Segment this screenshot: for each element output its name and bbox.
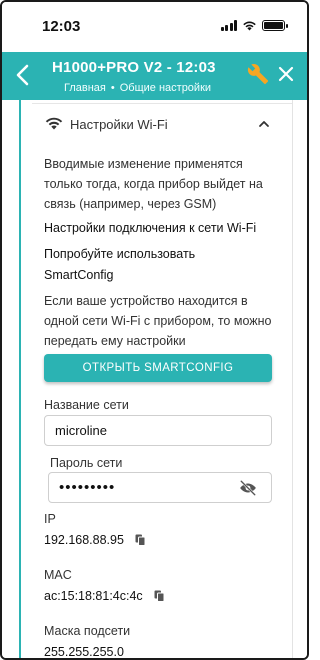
smartconfig-hint-line1: Попробуйте использовать (44, 247, 196, 261)
battery-icon (262, 20, 288, 31)
smartconfig-description: Если ваше устройство находится в одной с… (44, 294, 272, 348)
password-label: Пароль сети (50, 456, 123, 470)
right-divider (292, 100, 293, 658)
wrench-icon[interactable] (247, 63, 269, 85)
mask-value: 255.255.255.0 (44, 645, 124, 659)
chevron-left-icon[interactable] (12, 62, 34, 88)
smartconfig-hint-line2: SmartConfig (44, 268, 114, 282)
breadcrumb-home[interactable]: Главная (64, 82, 106, 94)
network-name-label: Название сети (44, 398, 129, 412)
ip-value: 192.168.88.95 (44, 533, 124, 547)
card-divider (32, 100, 292, 104)
eye-off-icon[interactable] (239, 480, 257, 496)
settings-content: Настройки Wi-Fi Вводимые изменение приме… (2, 100, 307, 659)
mac-label: MAC (44, 568, 72, 582)
status-icons (220, 20, 288, 31)
apply-notice: Вводимые изменение применятся только тог… (44, 157, 263, 211)
mac-value: ac:15:18:81:4c:4c (44, 589, 143, 603)
wifi-icon (45, 117, 63, 130)
mask-label: Маска подсети (44, 624, 131, 638)
password-value: ••••••••• (59, 479, 116, 496)
signal-icon (220, 20, 237, 31)
breadcrumb-current: Общие настройки (119, 82, 212, 94)
open-smartconfig-button[interactable]: ОТКРЫТЬ SMARTCONFIG (44, 354, 272, 382)
wifi-section-title: Настройки Wi-Fi (70, 117, 168, 132)
wifi-status-icon (243, 21, 256, 31)
connection-heading: Настройки подключения к сети Wi-Fi (44, 221, 257, 235)
close-icon[interactable] (276, 64, 296, 84)
breadcrumb: Главная • Общие настройки (64, 82, 211, 94)
network-name-field[interactable]: microline (44, 415, 272, 446)
copy-icon[interactable] (154, 590, 165, 602)
status-bar: 12:03 (2, 2, 307, 52)
status-time: 12:03 (42, 18, 81, 35)
password-field[interactable]: ••••••••• (48, 472, 272, 503)
chevron-up-icon[interactable] (257, 117, 271, 131)
breadcrumb-separator: • (110, 82, 115, 94)
page-title: H1000+PRO V2 - 12:03 (52, 59, 216, 76)
phone-frame: 12:03 H1000+PRO V2 - 12:03 Главная • Общие… (0, 0, 309, 660)
wifi-section-header[interactable]: Настройки Wi-Fi (44, 114, 274, 136)
app-bar: H1000+PRO V2 - 12:03 Главная • Общие настр… (2, 52, 307, 100)
copy-icon[interactable] (135, 534, 146, 546)
network-name-value: microline (55, 423, 108, 438)
left-accent-rule (19, 100, 21, 658)
ip-label: IP (44, 512, 56, 526)
